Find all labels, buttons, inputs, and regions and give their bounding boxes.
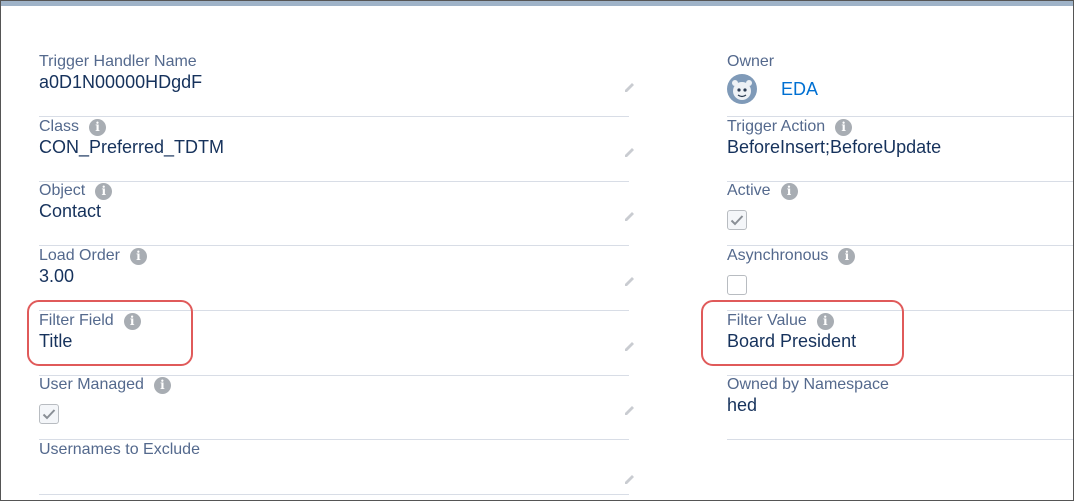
- field-label: Class: [39, 118, 80, 135]
- field-label: Object: [39, 182, 86, 199]
- active-checkbox[interactable]: [727, 210, 747, 230]
- info-icon[interactable]: i: [89, 118, 107, 136]
- pencil-icon[interactable]: [623, 338, 637, 352]
- info-icon[interactable]: i: [95, 182, 113, 200]
- field-label: Owner: [727, 53, 775, 70]
- divider: [727, 439, 1073, 440]
- divider: [39, 439, 629, 440]
- field-label: Trigger Handler Name: [39, 53, 197, 70]
- field-label: User Managed: [39, 376, 144, 393]
- pencil-icon[interactable]: [623, 144, 637, 158]
- pencil-icon[interactable]: [623, 402, 637, 416]
- field-value: a0D1N00000HDgdF: [39, 72, 203, 92]
- field-trigger-action: Trigger Action i BeforeInsert;BeforeUpda…: [727, 118, 1073, 182]
- field-label: Owned by Namespace: [727, 376, 889, 393]
- field-value: Contact: [39, 201, 102, 221]
- asynchronous-checkbox[interactable]: [727, 275, 747, 295]
- info-icon[interactable]: i: [780, 182, 798, 200]
- info-icon[interactable]: i: [838, 247, 856, 265]
- field-label: Load Order: [39, 247, 120, 264]
- field-user-managed: User Managed i: [39, 376, 634, 440]
- field-owner: Owner EDA: [727, 53, 1073, 117]
- divider: [727, 245, 1073, 246]
- pencil-icon[interactable]: [623, 208, 637, 222]
- divider: [39, 116, 629, 117]
- field-label: Usernames to Exclude: [39, 441, 200, 458]
- user-avatar-icon[interactable]: [727, 74, 757, 104]
- user-managed-checkbox[interactable]: [39, 404, 59, 424]
- field-object: Object i Contact: [39, 182, 634, 246]
- pencil-icon[interactable]: [623, 79, 637, 93]
- info-icon[interactable]: i: [153, 376, 171, 394]
- header-strip: [1, 1, 1073, 6]
- field-class: Class i CON_Preferred_TDTM: [39, 118, 634, 182]
- field-value: 3.00: [39, 266, 75, 286]
- pencil-icon[interactable]: [623, 471, 637, 485]
- field-label: Asynchronous: [727, 247, 829, 264]
- filter-value-highlight: [701, 300, 904, 366]
- field-active: Active i: [727, 182, 1073, 246]
- info-icon[interactable]: i: [129, 247, 147, 265]
- field-trigger-handler-name: Trigger Handler Name a0D1N00000HDgdF: [39, 53, 634, 117]
- record-detail-panel: Trigger Handler Name a0D1N00000HDgdF Cla…: [0, 0, 1074, 501]
- checkmark-icon: [42, 409, 56, 420]
- divider: [727, 116, 1073, 117]
- field-label: Active: [727, 182, 771, 199]
- info-icon[interactable]: i: [835, 118, 853, 136]
- owner-link[interactable]: EDA: [781, 79, 818, 100]
- field-usernames-to-exclude: Usernames to Exclude: [39, 441, 634, 495]
- divider: [39, 494, 629, 495]
- field-value: CON_Preferred_TDTM: [39, 137, 225, 157]
- field-owned-by-namespace: Owned by Namespace hed: [727, 376, 1073, 440]
- field-value: hed: [727, 395, 758, 415]
- field-label: Trigger Action: [727, 118, 826, 135]
- pencil-icon[interactable]: [623, 273, 637, 287]
- checkmark-icon: [730, 215, 744, 226]
- divider: [39, 245, 629, 246]
- filter-field-highlight: [27, 300, 193, 366]
- field-value: BeforeInsert;BeforeUpdate: [727, 137, 942, 157]
